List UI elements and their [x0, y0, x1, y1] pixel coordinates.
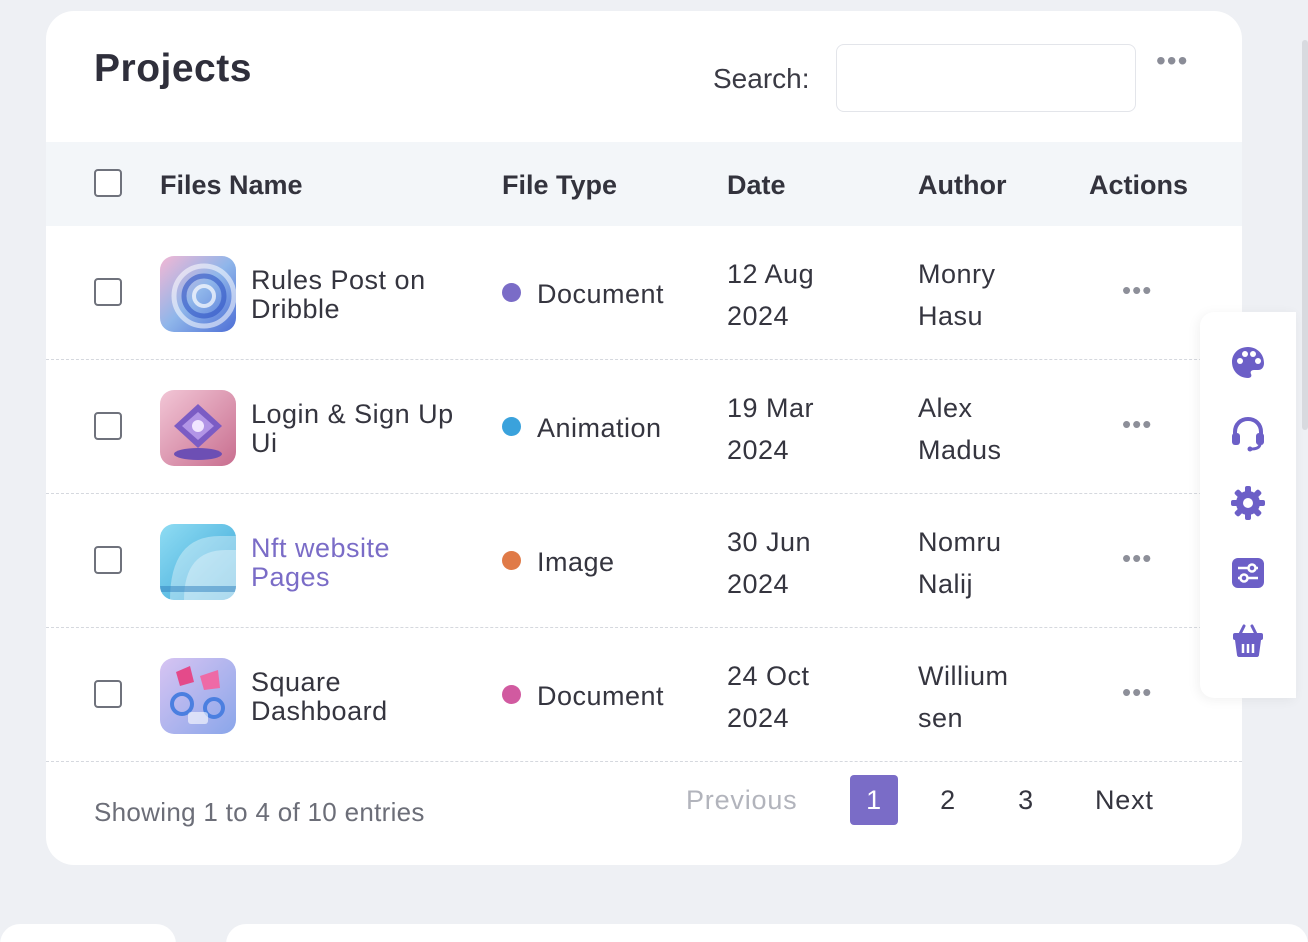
file-type-label: Document — [537, 681, 665, 711]
entries-info: Showing 1 to 4 of 10 entries — [94, 797, 425, 827]
date-cell: 19 Mar 2024 — [727, 387, 877, 471]
author-cell: Nomru Nalij — [918, 521, 1068, 605]
select-all-checkbox[interactable] — [94, 169, 122, 197]
table-row: Login & Sign Up Ui Animation 19 Mar 2024 … — [46, 360, 1242, 494]
date-cell: 30 Jun 2024 — [727, 521, 877, 605]
more-horizontal-icon[interactable]: ••• — [1156, 47, 1188, 75]
pagination-page-1[interactable]: 1 — [850, 775, 898, 825]
quick-settings-panel — [1200, 312, 1296, 698]
page-title: Projects — [94, 47, 252, 90]
gear-icon[interactable] — [1229, 484, 1267, 522]
file-name[interactable]: Nft website Pages — [251, 534, 471, 592]
search-input[interactable] — [836, 44, 1136, 112]
page-scrollbar[interactable] — [1302, 40, 1308, 430]
author-last: sen — [918, 703, 964, 733]
table-row: Square Dashboard Document 24 Oct 2024 Wil… — [46, 628, 1242, 762]
row-actions-icon[interactable]: ••• — [1122, 409, 1152, 440]
type-dot — [502, 685, 521, 704]
author-last: Hasu — [918, 301, 984, 331]
date-cell: 24 Oct 2024 — [727, 655, 877, 739]
column-header-files-name[interactable]: Files Name — [160, 170, 303, 201]
author-cell: Alex Madus — [918, 387, 1068, 471]
table-row: Nft website Pages Image 30 Jun 2024 Nomru… — [46, 494, 1242, 628]
author-first: Nomru — [918, 527, 1002, 557]
column-header-author[interactable]: Author — [918, 170, 1006, 201]
pagination-page-3[interactable]: 3 — [1006, 775, 1046, 825]
pagination-next[interactable]: Next — [1095, 775, 1154, 825]
author-first: Monry — [918, 259, 996, 289]
table-row: Rules Post on Dribble Document 12 Aug 202… — [46, 226, 1242, 360]
row-checkbox[interactable] — [94, 546, 122, 574]
pagination-previous[interactable]: Previous — [686, 775, 797, 825]
date-year: 2024 — [727, 435, 790, 465]
author-last: Nalij — [918, 569, 974, 599]
file-type: Document — [502, 681, 664, 712]
headset-icon[interactable] — [1229, 414, 1267, 452]
file-type: Document — [502, 279, 664, 310]
row-actions-icon[interactable]: ••• — [1122, 275, 1152, 306]
file-type-label: Document — [537, 279, 665, 309]
row-actions-icon[interactable]: ••• — [1122, 543, 1152, 574]
projects-card: Projects Search: ••• Files Name File Typ… — [46, 11, 1242, 865]
type-dot — [502, 417, 521, 436]
file-thumbnail — [160, 256, 236, 332]
file-type: Animation — [502, 413, 662, 444]
author-first: Alex — [918, 393, 973, 423]
row-checkbox[interactable] — [94, 278, 122, 306]
date-year: 2024 — [727, 703, 790, 733]
file-thumbnail — [160, 524, 236, 600]
date-cell: 12 Aug 2024 — [727, 253, 877, 337]
pagination-page-2[interactable]: 2 — [928, 775, 968, 825]
file-name[interactable]: Rules Post on Dribble — [251, 266, 471, 324]
row-actions-icon[interactable]: ••• — [1122, 677, 1152, 708]
file-type-label: Image — [537, 547, 615, 577]
file-type-label: Animation — [537, 413, 662, 443]
date-day: 30 Jun — [727, 527, 812, 557]
next-card-partial — [226, 924, 1308, 942]
date-day: 19 Mar — [727, 393, 815, 423]
date-year: 2024 — [727, 301, 790, 331]
file-name[interactable]: Square Dashboard — [251, 668, 471, 726]
file-name[interactable]: Login & Sign Up Ui — [251, 400, 471, 458]
column-header-actions: Actions — [1089, 170, 1189, 200]
file-thumbnail — [160, 390, 236, 466]
author-first: Willium — [918, 661, 1009, 691]
file-thumbnail — [160, 658, 236, 734]
search-label: Search: — [713, 63, 810, 94]
palette-icon[interactable] — [1229, 344, 1267, 382]
next-card-partial — [0, 924, 176, 942]
column-header-date[interactable]: Date — [727, 170, 786, 201]
date-day: 12 Aug — [727, 259, 815, 289]
author-last: Madus — [918, 435, 1002, 465]
sliders-icon[interactable] — [1229, 554, 1267, 592]
author-cell: Monry Hasu — [918, 253, 1068, 337]
table-header: Files Name File Type Date Author Actions — [46, 142, 1242, 226]
row-checkbox[interactable] — [94, 680, 122, 708]
column-header-file-type[interactable]: File Type — [502, 170, 617, 201]
basket-icon[interactable] — [1229, 622, 1267, 660]
file-type: Image — [502, 547, 615, 578]
date-day: 24 Oct — [727, 661, 810, 691]
row-checkbox[interactable] — [94, 412, 122, 440]
author-cell: Willium sen — [918, 655, 1068, 739]
type-dot — [502, 283, 521, 302]
type-dot — [502, 551, 521, 570]
date-year: 2024 — [727, 569, 790, 599]
